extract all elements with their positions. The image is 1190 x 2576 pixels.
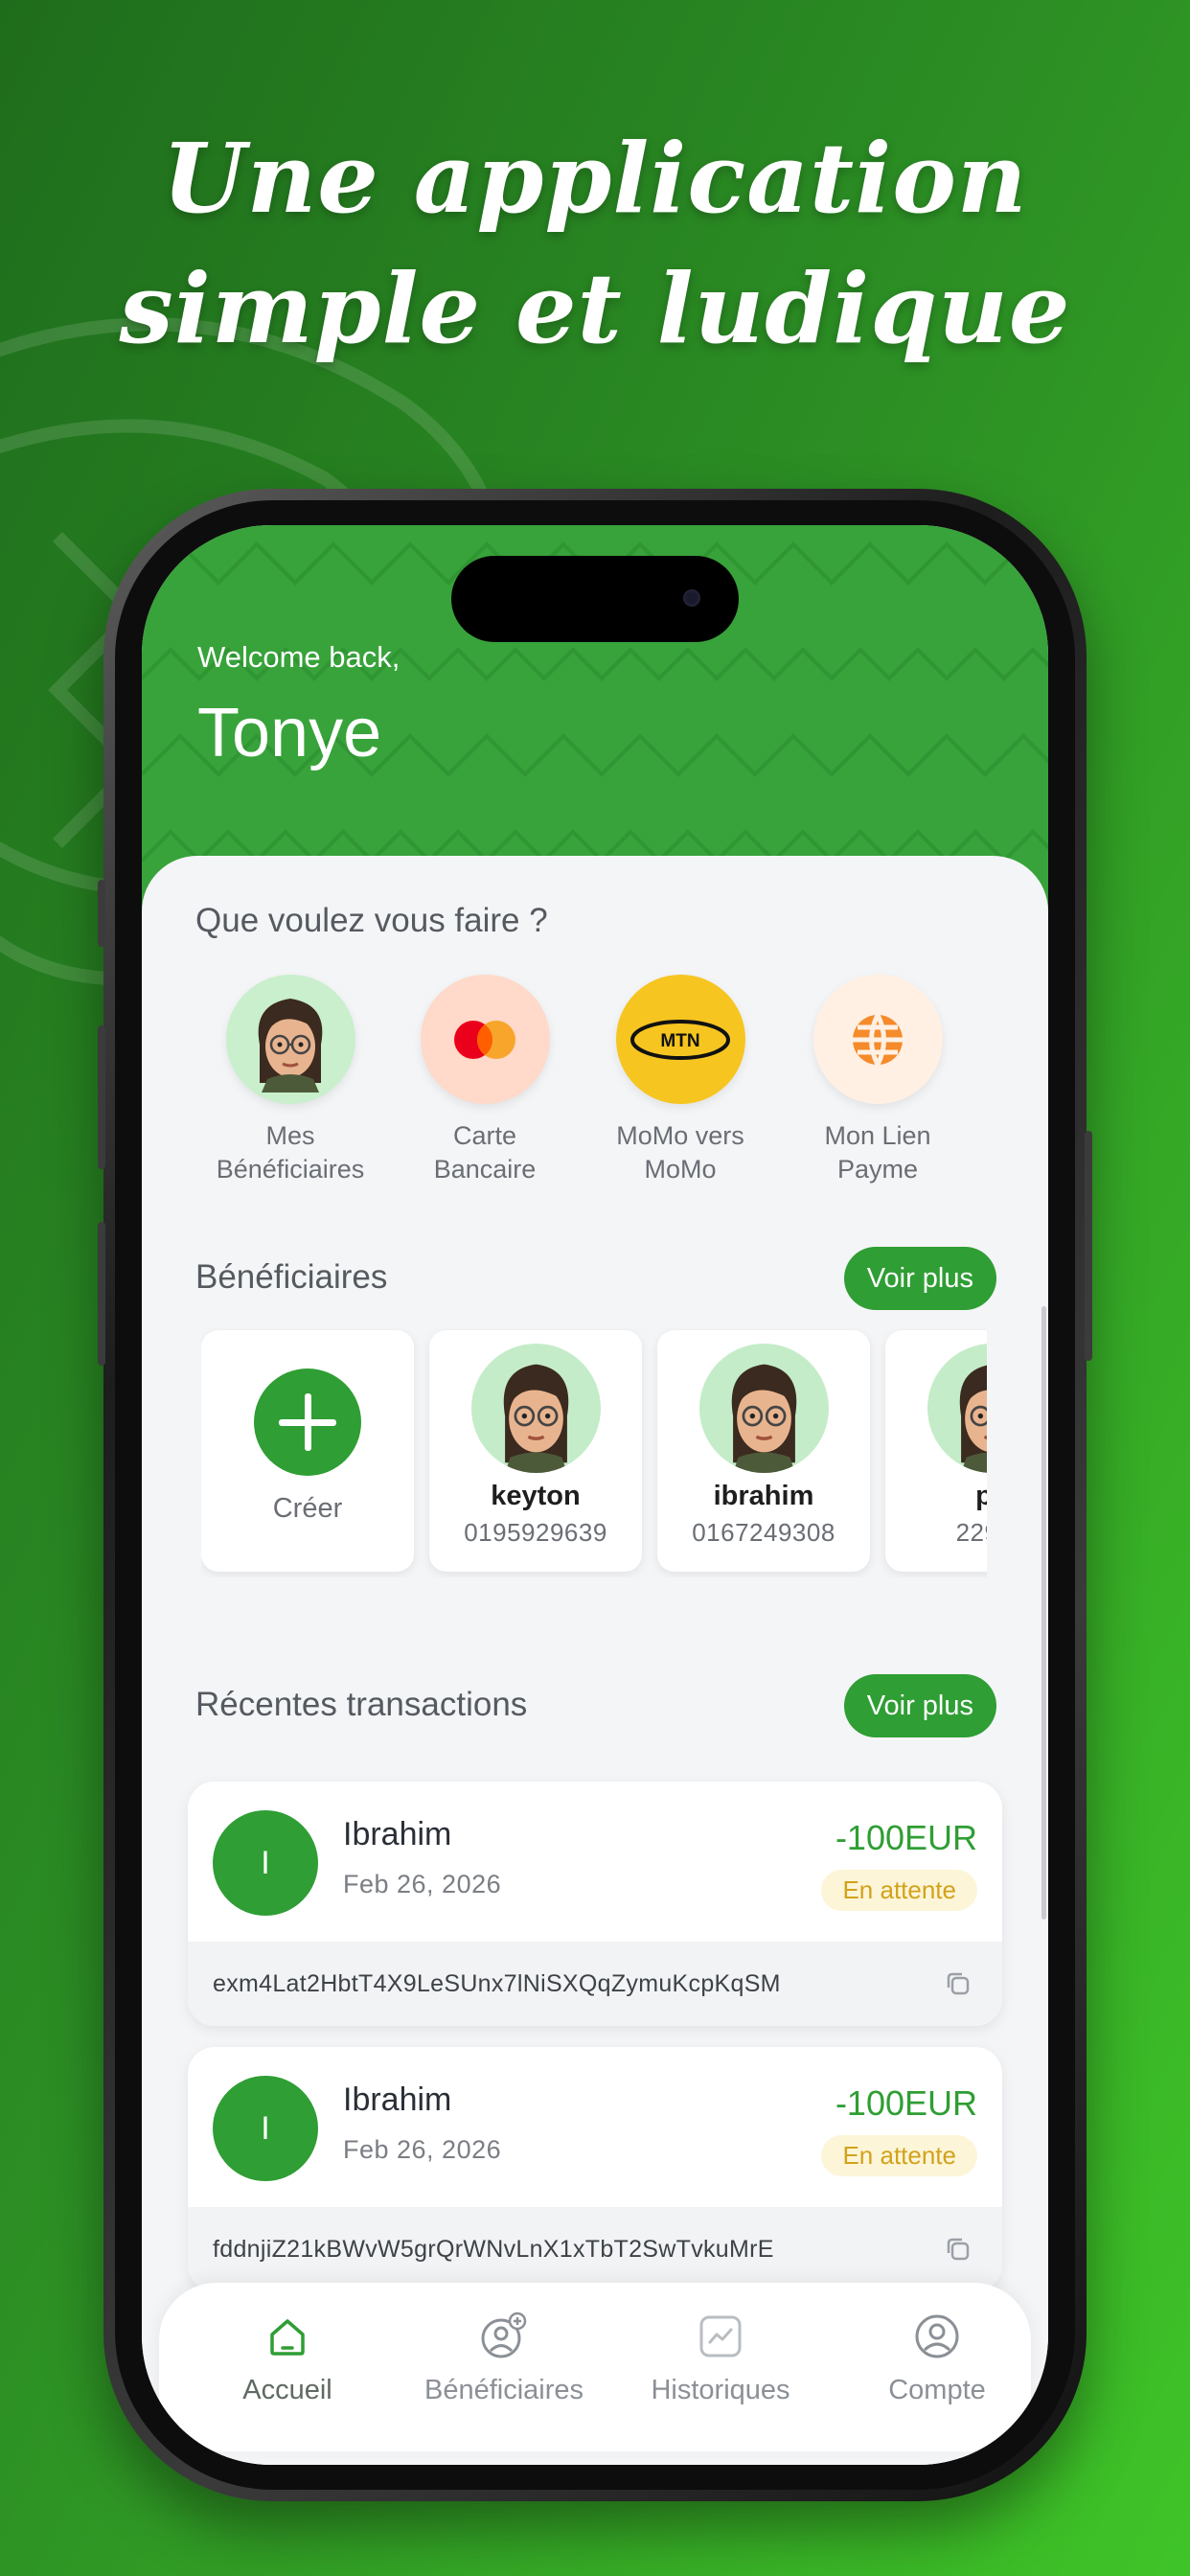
mastercard-icon [420,975,550,1104]
transaction-date: Feb 26, 2026 [343,2135,502,2164]
phone-action-button [98,880,105,947]
tab-account[interactable]: Compte [832,2312,1042,2406]
transaction-reference-bar: exm4Lat2HbtT4X9LeSUnx7lNiSXQqZymuKcpKqSM [188,1942,1002,2026]
beneficiary-card[interactable]: ibrahim 0167249308 [657,1330,870,1572]
status-badge: En attente [821,2135,977,2176]
phone-volume-down-button [98,1222,105,1366]
quick-action-label: MoMo vers MoMo [616,1121,744,1184]
beneficiary-name: pa [975,1481,987,1511]
tab-history[interactable]: Historiques [615,2312,826,2406]
create-beneficiary-card[interactable]: Créer [201,1330,414,1572]
quick-action-beneficiaries[interactable]: Mes Bénéficiaires [214,975,367,1186]
transaction-reference-bar: fddnjiZ21kBWvW5grQrWNvLnX1xTbT2SwTvkuMrE [188,2207,1002,2291]
status-badge: En attente [821,1870,977,1911]
payme-globe-icon [812,975,943,1104]
phone-power-button [1085,1131,1092,1361]
quick-action-label: Mes Bénéficiaires [216,1121,365,1184]
transaction-amount: -100EUR [835,2083,977,2123]
transactions-see-more-button[interactable]: Voir plus [843,1674,996,1737]
transaction-name: Ibrahim [343,2082,452,2118]
welcome-text: Welcome back, [197,640,400,674]
quick-actions-title: Que voulez vous faire ? [195,902,548,939]
svg-text:MTN: MTN [660,1031,699,1051]
camera-icon [683,589,700,607]
quick-action-bank-card[interactable]: Carte Bancaire [408,975,561,1186]
beneficiary-card[interactable]: pa 22995 [885,1330,987,1572]
transaction-card[interactable]: I Ibrahim Feb 26, 2026 -100EUR En attent… [188,1782,1002,2026]
avatar [927,1344,987,1473]
copy-icon[interactable] [943,2234,973,2265]
transaction-avatar: I [213,1810,318,1916]
tab-label: Accueil [242,2375,332,2405]
quick-action-momo[interactable]: MTN MoMo vers MoMo [604,975,757,1186]
quick-action-label: Mon Lien Payme [824,1121,931,1184]
transaction-date: Feb 26, 2026 [343,1870,502,1898]
beneficiaries-carousel[interactable]: Créer keyton 0195929639 ibrahim 01672493… [201,1328,987,1577]
transaction-name: Ibrahim [343,1816,452,1852]
headline-line-2: simple et ludique [119,252,1071,365]
scrollbar[interactable] [1041,1306,1046,1920]
transaction-card[interactable]: I Ibrahim Feb 26, 2026 -100EUR En attent… [188,2047,1002,2291]
memoji-avatar-icon [225,975,355,1104]
phone-volume-up-button [98,1025,105,1169]
transactions-title: Récentes transactions [195,1686,528,1723]
beneficiary-phone: 0167249308 [692,1518,835,1547]
avatar [470,1344,601,1473]
bottom-tab-bar: Accueil Bénéficiaires Historiques Compte [159,2283,1031,2451]
create-label: Créer [272,1493,343,1524]
transaction-amount: -100EUR [835,1818,977,1857]
quick-action-label: Carte Bancaire [433,1121,537,1184]
avatar [698,1344,829,1473]
home-icon [270,2319,305,2356]
headline-line-1: Une application [162,122,1028,235]
transaction-reference: fddnjiZ21kBWvW5grQrWNvLnX1xTbT2SwTvkuMrE [213,2236,774,2263]
tab-label: Historiques [651,2375,790,2405]
quick-action-payme-link[interactable]: Mon Lien Payme [801,975,954,1186]
beneficiary-phone: 22995 [955,1518,987,1547]
beneficiaries-title: Bénéficiaires [195,1258,388,1296]
beneficiaries-see-more-button[interactable]: Voir plus [843,1247,996,1310]
user-add-icon [481,2312,527,2358]
tab-label: Bénéficiaires [423,2375,584,2405]
account-icon [915,2314,959,2358]
transaction-reference: exm4Lat2HbtT4X9LeSUnx7lNiSXQqZymuKcpKqSM [213,1970,781,1997]
headline: Une application simple et ludique [0,113,1190,374]
tab-beneficiaries[interactable]: Bénéficiaires [399,2312,609,2406]
beneficiary-card[interactable]: keyton 0195929639 [429,1330,642,1572]
tab-home[interactable]: Accueil [182,2312,393,2406]
beneficiary-name: ibrahim [713,1481,814,1511]
tab-label: Compte [888,2375,986,2405]
beneficiary-phone: 0195929639 [464,1518,607,1547]
mtn-logo-icon: MTN [615,975,745,1104]
plus-icon [254,1368,361,1476]
chart-icon [699,2315,742,2358]
transaction-avatar: I [213,2076,318,2181]
app-screen: Welcome back, Tonye Que voulez vous fair… [142,525,1048,2465]
dynamic-island [451,556,739,642]
beneficiary-name: keyton [491,1481,581,1511]
user-name: Tonye [197,695,382,771]
copy-icon[interactable] [943,1968,973,1999]
main-content: Que voulez vous faire ? Mes Bénéficiaires [142,856,1048,2465]
